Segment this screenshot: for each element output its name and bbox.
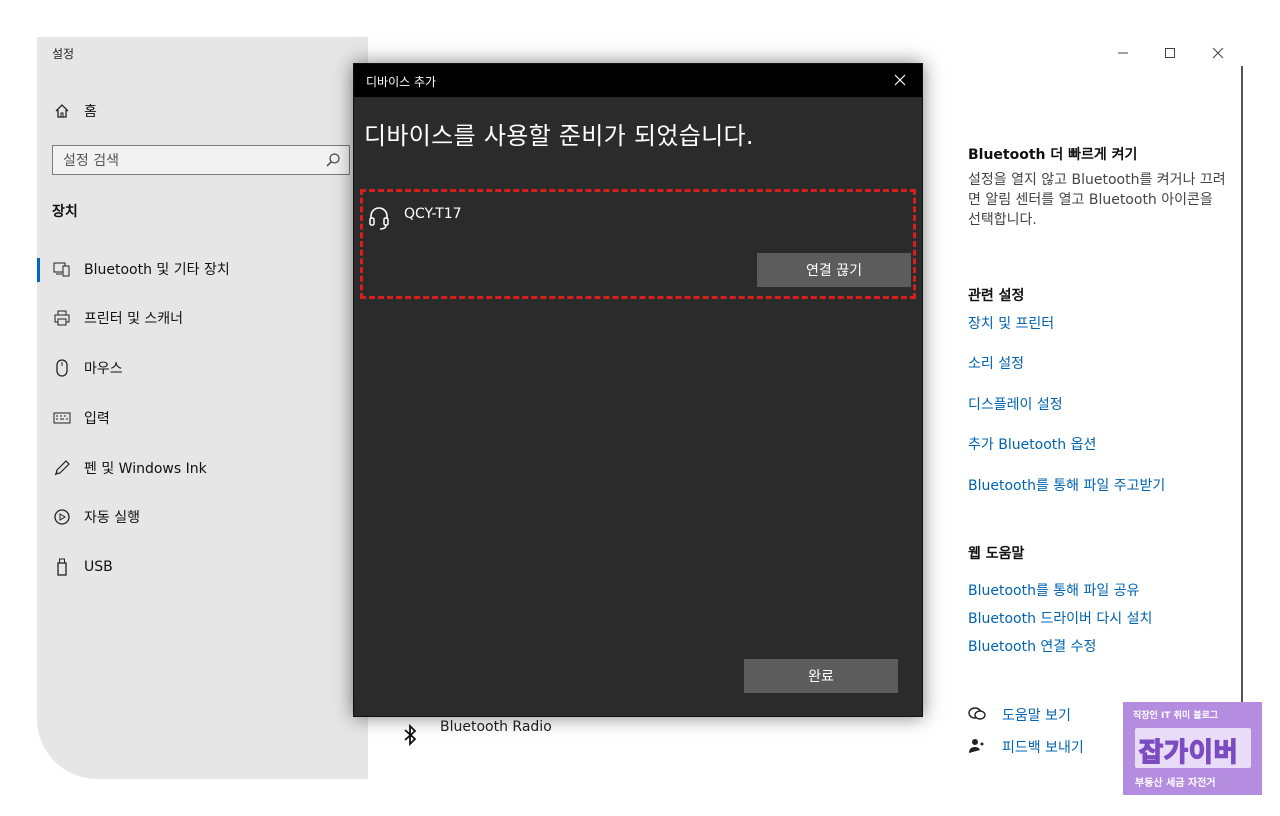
add-device-dialog: 디바이스 추가 디바이스를 사용할 준비가 되었습니다. QCY-T17 연결 … bbox=[353, 63, 923, 717]
link-devices-printers[interactable]: 장치 및 프린터 bbox=[968, 313, 1054, 333]
close-icon bbox=[894, 74, 906, 86]
link-share-files[interactable]: Bluetooth를 통해 파일 공유 bbox=[968, 580, 1139, 600]
usb-icon bbox=[52, 557, 72, 577]
selected-indicator bbox=[37, 258, 40, 282]
mouse-icon bbox=[52, 358, 72, 378]
feedback-icon bbox=[968, 738, 986, 758]
sidebar-item-label: Bluetooth 및 기타 장치 bbox=[84, 262, 230, 278]
sidebar-item-autoplay[interactable]: 자동 실행 bbox=[52, 507, 140, 527]
tip-text: 설정을 열지 않고 Bluetooth를 켜거나 끄려면 알림 센터를 열고 B… bbox=[968, 172, 1226, 228]
window-title: 설정 bbox=[52, 47, 75, 61]
close-icon bbox=[1212, 47, 1224, 59]
sidebar-item-label: 자동 실행 bbox=[84, 510, 140, 526]
watermark-main-text: 잡가이버 bbox=[1138, 737, 1239, 769]
home-icon bbox=[52, 101, 72, 121]
search-input[interactable]: 설정 검색 bbox=[52, 145, 350, 175]
sidebar-item-typing[interactable]: 입력 bbox=[52, 408, 110, 428]
dialog-close-button[interactable] bbox=[890, 70, 910, 90]
search-placeholder: 설정 검색 bbox=[63, 153, 119, 169]
sidebar-item-label: 마우스 bbox=[84, 361, 123, 377]
bluetooth-devices-icon bbox=[52, 259, 72, 279]
watermark-bottom-text: 부동산 세금 자전거 bbox=[1135, 778, 1216, 789]
feedback-link[interactable]: 피드백 보내기 bbox=[1002, 737, 1084, 757]
minimize-icon bbox=[1118, 52, 1128, 54]
web-help-heading: 웹 도움말 bbox=[968, 546, 1025, 562]
headset-icon bbox=[368, 205, 390, 235]
get-help-link[interactable]: 도움말 보기 bbox=[1002, 705, 1071, 725]
link-send-receive-files[interactable]: Bluetooth를 통해 파일 주고받기 bbox=[968, 475, 1165, 495]
pen-icon bbox=[52, 458, 72, 478]
section-heading: 장치 bbox=[52, 204, 78, 220]
dialog-heading: 디바이스를 사용할 준비가 되었습니다. bbox=[364, 122, 754, 150]
maximize-icon bbox=[1165, 48, 1175, 58]
sidebar-item-pen[interactable]: 펜 및 Windows Ink bbox=[52, 458, 207, 478]
sidebar-item-home[interactable]: 홈 bbox=[52, 101, 97, 121]
link-sound-settings[interactable]: 소리 설정 bbox=[968, 353, 1024, 373]
autoplay-icon bbox=[52, 507, 72, 527]
link-display-settings[interactable]: 디스플레이 설정 bbox=[968, 394, 1063, 414]
sidebar-item-mouse[interactable]: 마우스 bbox=[52, 358, 123, 378]
search-icon bbox=[325, 152, 341, 172]
related-settings-heading: 관련 설정 bbox=[968, 288, 1025, 304]
dialog-title: 디바이스 추가 bbox=[366, 75, 437, 89]
sidebar-item-label: 프린터 및 스캐너 bbox=[84, 311, 184, 327]
window-border bbox=[1241, 66, 1243, 716]
get-help-icon bbox=[968, 706, 986, 726]
minimize-button[interactable] bbox=[1111, 42, 1135, 64]
maximize-button[interactable] bbox=[1158, 42, 1182, 64]
home-label: 홈 bbox=[84, 104, 97, 120]
sidebar-item-label: 입력 bbox=[84, 411, 110, 427]
link-more-bluetooth-options[interactable]: 추가 Bluetooth 옵션 bbox=[968, 434, 1096, 454]
device-name: QCY-T17 bbox=[404, 206, 462, 222]
keyboard-icon bbox=[52, 408, 72, 428]
sidebar-item-usb[interactable]: USB bbox=[52, 557, 113, 577]
watermark-logo: 직장인 IT 취미 블로그 잡가이버 부동산 세금 자전거 bbox=[1123, 702, 1262, 795]
disconnect-button[interactable]: 연결 끊기 bbox=[757, 253, 911, 287]
link-fix-connection[interactable]: Bluetooth 연결 수정 bbox=[968, 636, 1096, 656]
close-window-button[interactable] bbox=[1206, 42, 1230, 64]
sidebar-item-label: USB bbox=[84, 559, 113, 575]
dialog-titlebar: 디바이스 추가 bbox=[354, 64, 922, 97]
watermark-top-text: 직장인 IT 취미 블로그 bbox=[1133, 711, 1219, 721]
sidebar-item-label: 펜 및 Windows Ink bbox=[84, 461, 207, 477]
done-button[interactable]: 완료 bbox=[744, 659, 898, 693]
sidebar-item-printers[interactable]: 프린터 및 스캐너 bbox=[52, 308, 183, 328]
printer-icon bbox=[52, 308, 72, 328]
sidebar-item-bluetooth[interactable]: Bluetooth 및 기타 장치 bbox=[52, 259, 230, 279]
link-reinstall-driver[interactable]: Bluetooth 드라이버 다시 설치 bbox=[968, 608, 1152, 628]
bluetooth-radio-label: Bluetooth Radio bbox=[440, 719, 552, 735]
bluetooth-icon bbox=[402, 723, 418, 751]
watermark-main-box: 잡가이버 bbox=[1135, 728, 1251, 769]
tip-heading: Bluetooth 더 빠르게 켜기 bbox=[968, 147, 1138, 163]
